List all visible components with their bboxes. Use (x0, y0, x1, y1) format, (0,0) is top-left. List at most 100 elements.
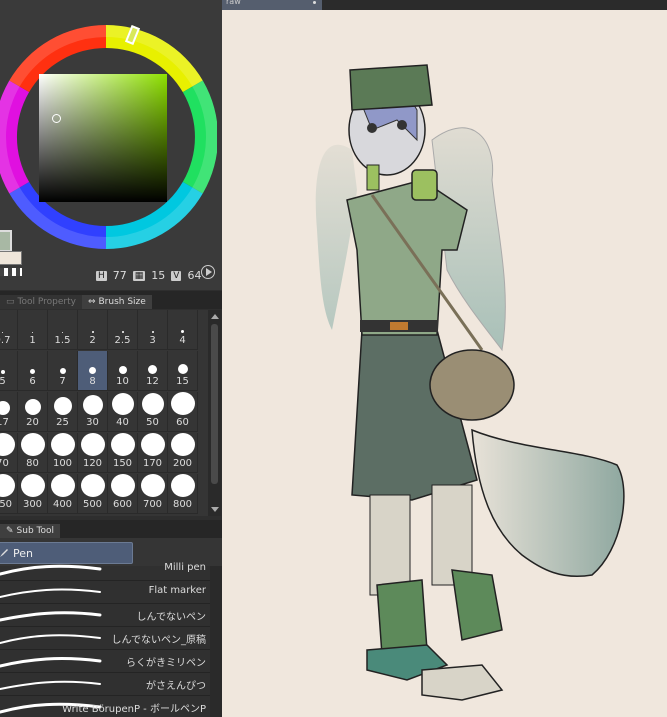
brush-size-value: 500 (82, 499, 103, 510)
brush-size-value: 8 (89, 376, 96, 387)
brush-size-cell[interactable]: 20 (18, 392, 48, 432)
brush-size-cell[interactable]: 150 (108, 433, 138, 473)
brush-size-cell[interactable]: 50 (138, 392, 168, 432)
brush-size-cell[interactable]: 12 (138, 351, 168, 391)
brush-size-scrollbar[interactable] (208, 310, 221, 516)
brush-size-cell[interactable]: 80 (18, 433, 48, 473)
brush-size-value: 30 (86, 417, 99, 428)
tool-tabs: ▭ Tool Property ⇔ Brush Size (0, 291, 222, 309)
tab-brush-size[interactable]: ⇔ Brush Size (81, 295, 152, 309)
scroll-down-icon[interactable] (211, 507, 219, 512)
brush-size-preview (80, 474, 105, 497)
brush-size-value: 70 (0, 458, 9, 469)
brush-size-value: 2 (89, 335, 96, 346)
brush-size-cell[interactable]: 30 (78, 392, 108, 432)
brush-stroke-preview (0, 657, 102, 668)
brush-size-cell[interactable]: 400 (48, 474, 78, 514)
brush-name: らくがきミリペン (126, 658, 206, 669)
brush-size-value: 120 (82, 458, 103, 469)
brush-size-cell[interactable]: 25 (48, 392, 78, 432)
drawing-canvas[interactable] (222, 10, 667, 717)
brush-size-preview (24, 399, 41, 415)
brush-size-cell[interactable]: 5 (0, 351, 18, 391)
brush-size-cell[interactable]: 40 (108, 392, 138, 432)
brush-size-preview (91, 331, 94, 333)
brush-size-cell[interactable]: 700 (138, 474, 168, 514)
scrollbar-thumb[interactable] (211, 324, 218, 484)
brush-size-cell[interactable]: 500 (78, 474, 108, 514)
play-circle-icon[interactable] (201, 265, 215, 279)
brush-size-cell[interactable]: 120 (78, 433, 108, 473)
brush-size-cell[interactable]: 3 (138, 310, 168, 350)
tab-tool-property[interactable]: ▭ Tool Property (0, 295, 82, 309)
brush-size-cell[interactable]: 0.7 (0, 310, 18, 350)
brush-stroke-preview (0, 680, 101, 690)
brush-size-cell[interactable]: 2.5 (108, 310, 138, 350)
brush-size-cell[interactable]: 8 (78, 351, 108, 391)
brush-size-cell[interactable]: 170 (138, 433, 168, 473)
saturation-value-square[interactable] (39, 74, 167, 202)
sub-color-swatch[interactable] (0, 251, 22, 265)
brush-size-value: 20 (26, 417, 39, 428)
brightness-value[interactable]: 64 (187, 269, 201, 282)
brush-size-preview (170, 433, 195, 456)
color-picker-marker[interactable] (52, 114, 61, 123)
brush-size-value: 15 (176, 376, 189, 387)
brush-name: Flat marker (148, 585, 206, 596)
brush-size-preview (0, 370, 5, 374)
brush-list-item[interactable]: しんでないペン_原稿 (0, 627, 210, 650)
brush-name: しんでないペン (136, 612, 207, 623)
brush-list-item[interactable]: Write BörupenP - ボールペンP (0, 696, 210, 717)
transparent-color-swatch[interactable] (0, 268, 22, 276)
brush-stroke-preview (0, 634, 101, 644)
brush-list-item[interactable]: がさえんぴつ (0, 673, 210, 696)
brush-size-cell[interactable]: 2 (78, 310, 108, 350)
brush-list-item[interactable]: Milli pen (0, 558, 210, 581)
brush-size-value: 7 (59, 376, 66, 387)
brush-size-value: 4 (179, 335, 186, 346)
brush-size-cell[interactable]: 60 (168, 392, 198, 432)
brush-size-preview (50, 474, 75, 497)
brush-size-icon: ⇔ (87, 297, 96, 307)
scroll-up-icon[interactable] (211, 314, 219, 319)
document-tab[interactable]: raw (222, 0, 322, 10)
brush-list-item[interactable]: らくがきミリペン (0, 650, 210, 673)
hue-value[interactable]: 77 (113, 269, 127, 282)
brush-size-preview (62, 332, 63, 333)
left-dock: H 77 ▦ 15 V 64 ▭ Tool Property ⇔ Brush S… (0, 0, 223, 717)
brush-size-cell[interactable]: 600 (108, 474, 138, 514)
brush-size-cell[interactable]: 800 (168, 474, 198, 514)
brush-size-cell[interactable]: 250 (0, 474, 18, 514)
brush-size-value: 1 (29, 335, 36, 346)
brush-list-scrollbar[interactable] (210, 566, 222, 717)
brush-size-cell[interactable]: 4 (168, 310, 198, 350)
brush-size-cell[interactable]: 10 (108, 351, 138, 391)
brush-size-cell[interactable]: 6 (18, 351, 48, 391)
brush-size-value: 200 (172, 458, 193, 469)
modified-dot-icon[interactable] (313, 1, 316, 4)
saturation-value[interactable]: 15 (151, 269, 165, 282)
brush-size-cell[interactable]: 7 (48, 351, 78, 391)
brush-size-cell[interactable]: 300 (18, 474, 48, 514)
brush-name: Milli pen (164, 562, 206, 573)
brush-size-cell[interactable]: 15 (168, 351, 198, 391)
tab-brush-size-label: Brush Size (98, 297, 146, 307)
main-color-swatch[interactable] (0, 230, 12, 252)
brush-size-preview (110, 433, 135, 456)
brush-size-cell[interactable]: 17 (0, 392, 18, 432)
brush-list-item[interactable]: Flat marker (0, 581, 210, 604)
brush-size-cell[interactable]: 70 (0, 433, 18, 473)
brush-size-preview (121, 331, 124, 333)
brush-size-cell[interactable]: 100 (48, 433, 78, 473)
tab-tool-property-label: Tool Property (17, 297, 76, 307)
saturation-icon: ▦ (132, 270, 146, 281)
tab-sub-tool[interactable]: ✎ Sub Tool (0, 524, 61, 538)
brush-size-cell[interactable]: 200 (168, 433, 198, 473)
brush-size-preview (2, 332, 3, 333)
brush-stroke-preview (0, 611, 102, 622)
brush-size-cell[interactable]: 1.5 (48, 310, 78, 350)
brush-list-item[interactable]: しんでないペン (0, 604, 210, 627)
brush-size-grid: 0.7 1 1.5 2 2.5 3 4 5 6 7 8 10 12 15 17 20 25 30 40 50 60 70 8… (0, 310, 208, 516)
brush-size-cell[interactable]: 1 (18, 310, 48, 350)
brush-size-value: 2.5 (114, 335, 131, 346)
